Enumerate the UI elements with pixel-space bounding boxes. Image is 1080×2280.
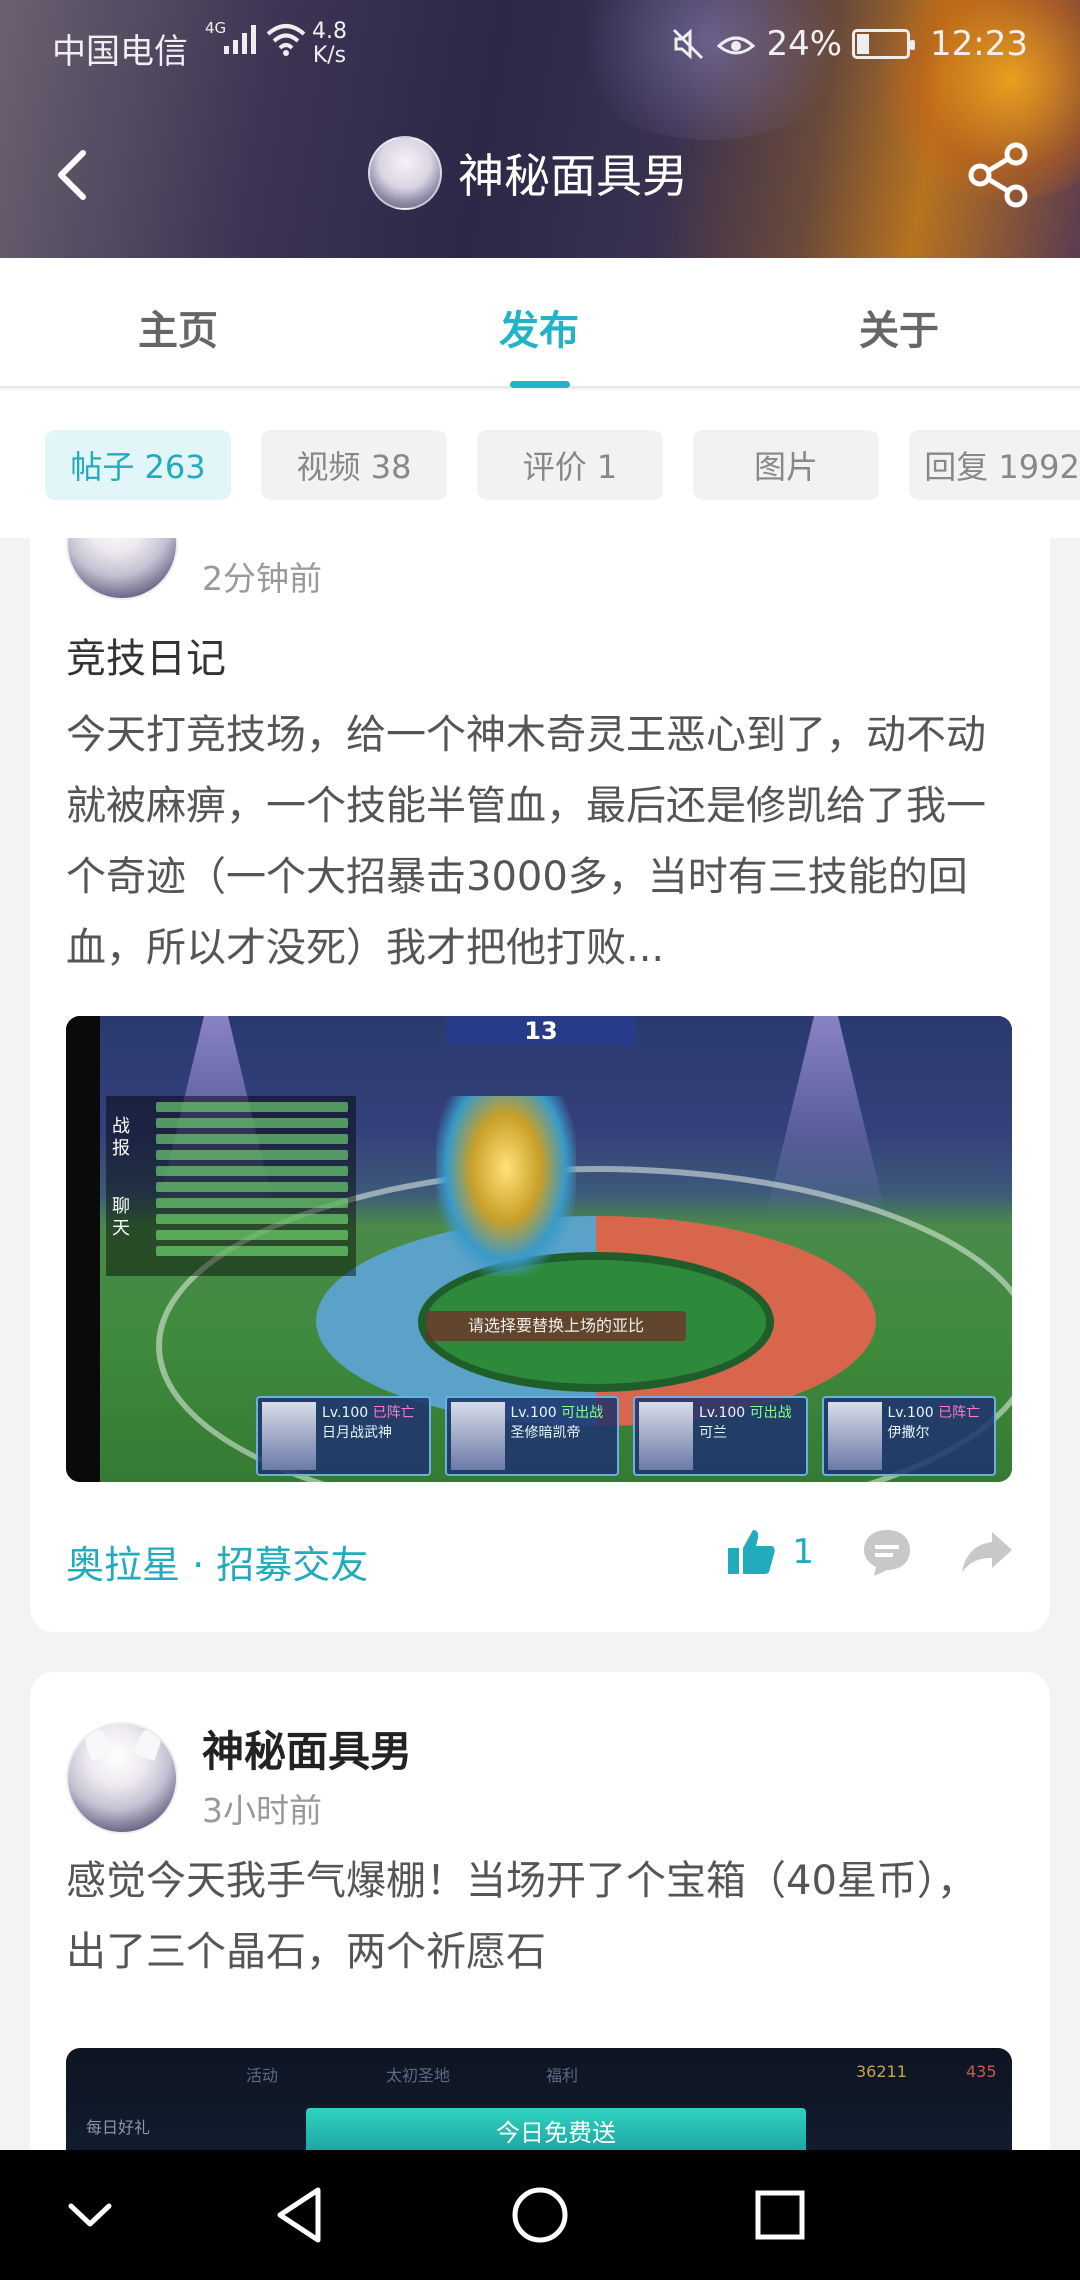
post-body: 今天打竞技场，给一个神木奇灵王恶心到了，动不动就被麻痹，一个技能半管血，最后还是…: [66, 712, 986, 971]
profile-tabs: 主页 发布 关于: [0, 258, 1080, 388]
profile-header: 中国电信 4G 4.8 K/s 24% 12:23 神秘面具男: [0, 0, 1080, 258]
header-user[interactable]: 神秘面具男: [368, 136, 688, 210]
tab-home[interactable]: 主页: [138, 298, 218, 356]
post-image[interactable]: 活动 太初圣地 福利 36211 435 每日好礼 今日免费送: [66, 2048, 1012, 2150]
replace-prompt: 请选择要替换上场的亚比: [426, 1311, 686, 1341]
thumbs-up-icon[interactable]: [726, 1526, 778, 1578]
system-nav-bar: [0, 2150, 1080, 2280]
filter-replies[interactable]: 回复 1992: [909, 430, 1080, 500]
post-actions: 1: [726, 1526, 1014, 1578]
team-slot: Lv.100 可出战 圣修暗凯帝: [444, 1396, 619, 1476]
back-arrow-icon[interactable]: [45, 145, 105, 205]
network-speed: 4.8 K/s: [312, 19, 347, 68]
tab-posts[interactable]: 发布: [499, 298, 579, 356]
content-filter-bar: 帖子 263 视频 38 评价 1 图片 回复 1992: [0, 390, 1080, 538]
filter-posts[interactable]: 帖子 263: [45, 430, 231, 500]
free-gift-button: 今日免费送: [306, 2108, 806, 2150]
post-title: 竞技日记: [66, 636, 226, 682]
clock: 12:23: [930, 24, 1028, 64]
battery-percent: 24%: [766, 24, 843, 64]
circle-home-icon[interactable]: [505, 2180, 575, 2250]
wifi-icon: [266, 24, 306, 56]
author-avatar[interactable]: [66, 538, 178, 600]
comment-icon[interactable]: [860, 1526, 914, 1578]
round-counter: 13: [446, 1016, 636, 1046]
header-avatar: [368, 136, 442, 210]
post-image[interactable]: 13 战报 聊天 请选择要替换上场的亚比 Lv.100 已阵亡 日月战武神 Lv.…: [66, 1016, 1012, 1482]
monster-figure: [436, 1096, 576, 1276]
triangle-back-icon[interactable]: [266, 2180, 336, 2250]
carrier-name: 中国电信: [52, 32, 188, 72]
tab-about[interactable]: 关于: [859, 298, 939, 356]
square-recent-icon[interactable]: [745, 2180, 815, 2250]
post-card[interactable]: 神秘面具男 3小时前 感觉今天我手气爆棚！当场开了个宝箱（40星币），出了三个晶…: [30, 1672, 1050, 2150]
post-tag[interactable]: 奥拉星 · 招募交友: [66, 1534, 368, 1589]
post-time: 2分钟前: [202, 559, 322, 598]
filter-reviews[interactable]: 评价 1: [477, 430, 663, 500]
author-avatar[interactable]: [66, 1722, 178, 1834]
filter-images[interactable]: 图片: [693, 430, 879, 500]
signal-icon: [224, 25, 256, 54]
page-title: 神秘面具男: [458, 149, 688, 203]
share-icon[interactable]: [966, 142, 1032, 208]
post-author[interactable]: 神秘面具男: [202, 1718, 412, 1779]
filter-videos[interactable]: 视频 38: [261, 430, 447, 500]
post-card[interactable]: 2分钟前 竞技日记 今天打竞技场，给一个神木奇灵王恶心到了，动不动就被麻痹，一个…: [30, 538, 1050, 1632]
active-tab-indicator: [510, 381, 570, 388]
battery-icon: [852, 29, 916, 59]
team-slot: Lv.100 已阵亡 日月战武神: [256, 1396, 431, 1476]
battle-log: 战报 聊天: [106, 1096, 356, 1276]
post-feed: 2分钟前 竞技日记 今天打竞技场，给一个神木奇灵王恶心到了，动不动就被麻痹，一个…: [0, 538, 1080, 2150]
eye-comfort-icon: [717, 36, 756, 55]
status-bar: 中国电信 4G 4.8 K/s 24% 12:23: [0, 0, 1080, 90]
forward-icon[interactable]: [960, 1528, 1014, 1576]
team-slot: Lv.100 可出战 可兰: [633, 1396, 808, 1476]
team-slots: Lv.100 已阵亡 日月战武神 Lv.100 可出战 圣修暗凯帝 Lv.100 可…: [256, 1396, 996, 1476]
like-count: 1: [792, 1532, 814, 1572]
post-time: 3小时前: [202, 1791, 322, 1830]
post-body: 感觉今天我手气爆棚！当场开了个宝箱（40星币），出了三个晶石，两个祈愿石: [66, 1858, 977, 1975]
chevron-down-icon[interactable]: [55, 2180, 125, 2250]
mute-icon: [673, 28, 704, 60]
team-slot: Lv.100 已阵亡 伊撒尔: [821, 1396, 996, 1476]
